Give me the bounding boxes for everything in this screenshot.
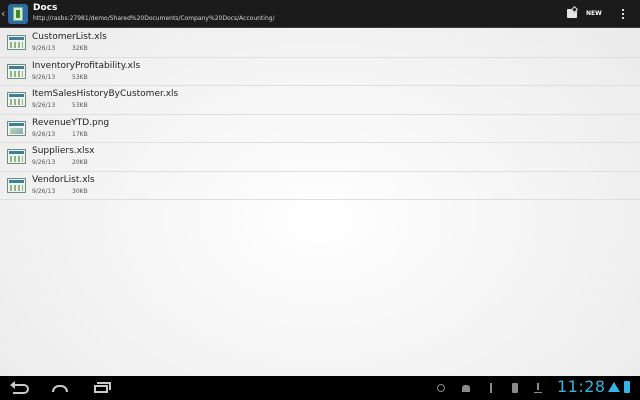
overflow-dot-icon [622,13,624,15]
back-icon[interactable] [10,380,32,396]
file-size: 53KB [72,73,88,81]
file-row[interactable]: InventoryProfitability.xls 9/26/13 53KB [0,58,640,86]
system-bar: 11:28 [0,376,640,400]
file-name: ItemSalesHistoryByCustomer.xls [32,89,179,99]
new-button-label: NEW [586,10,602,17]
new-document-icon [567,9,577,18]
folder-path: http://rasbs:27981/demo/Shared%20Documen… [33,15,275,22]
file-size: 17KB [72,130,88,138]
overflow-dot-icon [622,9,624,11]
file-size: 53KB [72,102,88,109]
file-date: 9/26/13 [32,45,56,52]
download-icon[interactable] [533,382,543,393]
file-date: 9/26/13 [32,159,56,166]
file-row[interactable]: RevenueYTD.png 9/26/13 17KB [0,115,640,143]
overflow-dot-icon [622,17,624,19]
file-date: 9/26/13 [32,130,56,138]
file-name: InventoryProfitability.xls [32,60,141,71]
usb-icon[interactable] [486,382,496,393]
file-name: CustomerList.xls [32,32,107,42]
spreadsheet-icon [7,177,26,193]
file-date: 9/26/13 [32,187,56,195]
image-icon [7,120,26,136]
file-row[interactable]: Suppliers.xlsx 9/26/13 20KB [0,143,640,172]
file-row[interactable]: ItemSalesHistoryByCustomer.xls 9/26/13 5… [0,86,640,115]
file-row[interactable]: CustomerList.xls 9/26/13 32KB [0,29,640,58]
wifi-icon[interactable] [608,382,620,392]
spreadsheet-icon [7,92,26,107]
file-name: VendorList.xls [32,174,95,185]
new-button[interactable]: NEW [564,4,606,24]
page-title: Docs [33,3,58,13]
file-size: 30KB [72,187,88,195]
file-date: 9/26/13 [32,102,56,109]
action-bar: ‹ Docs http://rasbs:27981/demo/Shared%20… [0,0,640,28]
file-row[interactable]: VendorList.xls 9/26/13 30KB [0,172,640,200]
spreadsheet-icon [7,149,26,164]
file-list: CustomerList.xls 9/26/13 32KB InventoryP… [0,29,640,200]
android-debug-icon[interactable] [461,382,471,393]
overflow-menu-button[interactable] [616,4,630,24]
up-chevron-icon[interactable]: ‹ [1,8,8,20]
spreadsheet-icon [7,63,26,79]
gps-icon[interactable] [436,382,446,393]
sd-card-icon[interactable] [510,382,520,393]
file-date: 9/26/13 [32,73,56,81]
file-size: 32KB [72,45,88,52]
battery-icon[interactable] [624,381,630,393]
spreadsheet-icon [7,35,26,50]
recent-apps-icon[interactable] [92,380,112,396]
app-icon[interactable] [8,4,28,24]
file-name: Suppliers.xlsx [32,146,95,156]
file-size: 20KB [72,159,88,166]
home-icon[interactable] [50,380,72,396]
file-name: RevenueYTD.png [32,117,110,128]
clock[interactable]: 11:28 [557,378,606,396]
